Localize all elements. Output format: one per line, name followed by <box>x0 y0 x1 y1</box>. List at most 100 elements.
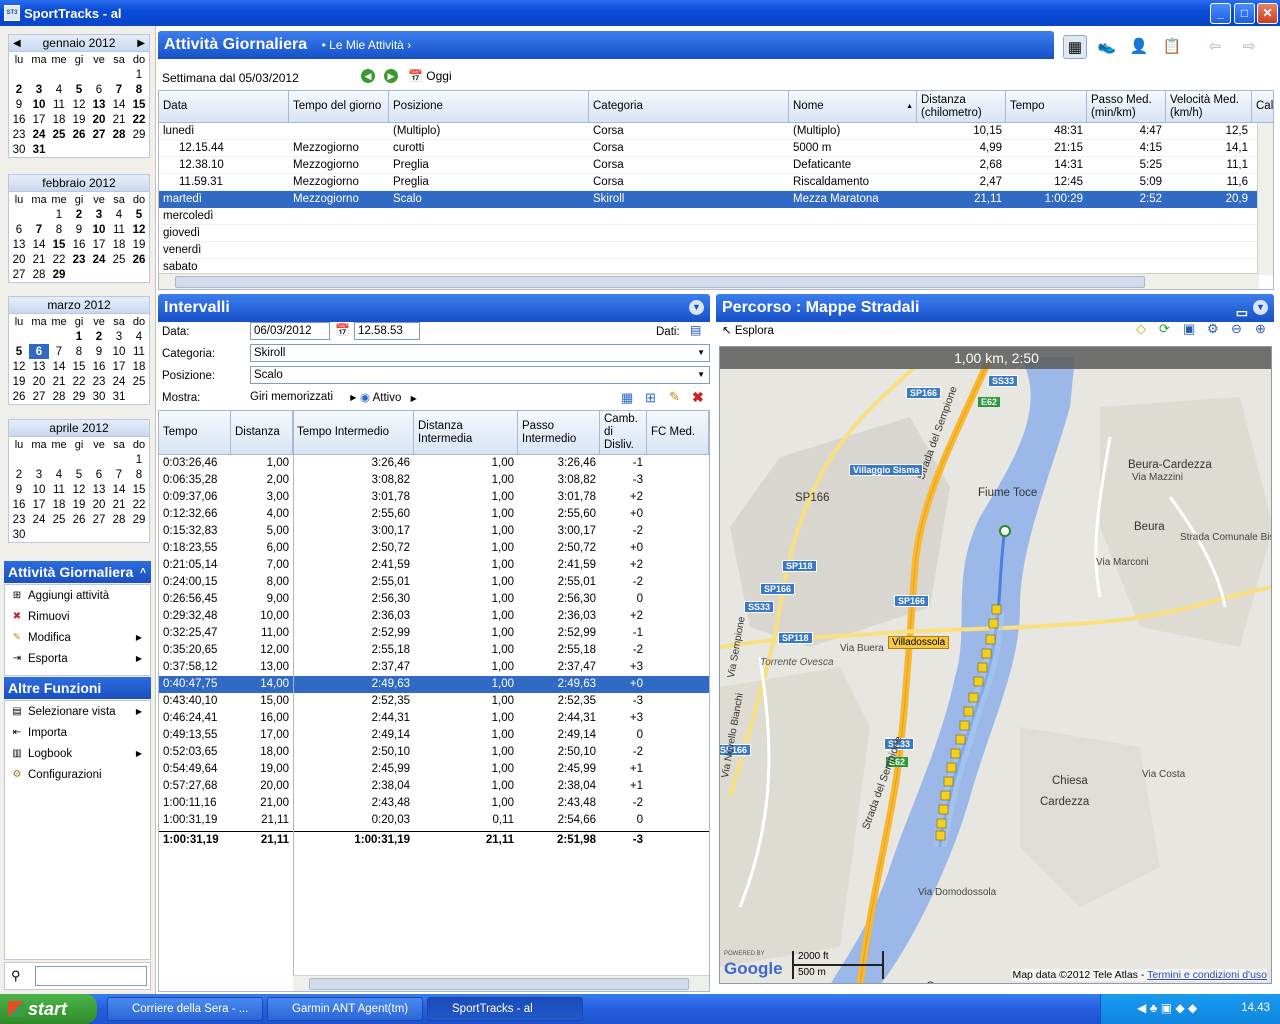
calendar-day[interactable]: 19 <box>69 112 89 127</box>
sidebar-item-selezionare-vista[interactable]: ▤ Selezionare vista ▶ <box>5 701 150 722</box>
route-map[interactable]: 1,00 km, 2:50 SS33 SP166 E62 Strada del Sem… <box>719 346 1272 984</box>
shoe-icon[interactable]: 👟 <box>1095 35 1119 59</box>
calendar-day[interactable]: 8 <box>69 344 89 359</box>
activity-row[interactable]: martedì Mezzogiorno Scalo Skiroll Mezza Mara… <box>159 191 1259 208</box>
calendar-day[interactable]: 1 <box>129 67 149 82</box>
calendar-day[interactable]: 5 <box>9 344 29 359</box>
calendar-day[interactable]: 22 <box>129 112 149 127</box>
category-select[interactable]: Skiroll ▼ <box>250 344 710 362</box>
laps-menu[interactable]: Giri memorizzati ▶ <box>250 391 356 403</box>
calendar-day[interactable]: 25 <box>49 127 69 142</box>
today-button[interactable]: 📅 Oggi <box>408 69 452 83</box>
calendar-day[interactable]: 1 <box>129 452 149 467</box>
calendar-day[interactable]: 20 <box>89 112 109 127</box>
date-field[interactable]: 06/03/2012 <box>250 322 330 340</box>
calendar-day[interactable]: 23 <box>9 512 29 527</box>
calendar-day[interactable]: 23 <box>9 127 29 142</box>
calendar-day[interactable]: 21 <box>29 252 49 267</box>
calendar-day[interactable]: 17 <box>89 237 109 252</box>
next-week-icon[interactable]: ▶ <box>384 69 398 83</box>
calendar-day[interactable]: 13 <box>89 482 109 497</box>
start-button[interactable]: start <box>0 994 97 1024</box>
calendar-day[interactable]: 24 <box>109 374 129 389</box>
calendar-day[interactable]: 7 <box>29 222 49 237</box>
scroll-thumb[interactable] <box>175 276 1145 288</box>
activity-panel-header[interactable]: Attività Giornaliera ˄ <box>4 561 151 583</box>
activity-row[interactable]: 11.59.31 Mezzogiorno Preglia Corsa Riscaldam… <box>159 174 1259 191</box>
sidebar-item-rimuovi[interactable]: ✖ Rimuovi <box>5 606 150 627</box>
sidebar-item-esporta[interactable]: ⇥ Esporta ▶ <box>5 648 150 669</box>
dropdown-icon[interactable]: ▼ <box>697 367 705 383</box>
column-header[interactable]: Distanza Intermedia <box>414 411 518 455</box>
calendar-day[interactable]: 19 <box>129 237 149 252</box>
calendar-view-icon[interactable]: ▦ <box>1063 35 1087 59</box>
calendar-day[interactable]: 8 <box>49 222 69 237</box>
calendar-day[interactable]: 21 <box>109 112 129 127</box>
interval-row[interactable]: 0:09:37,06 3,00 3:01,78 1,00 3:01,78 +2 <box>159 489 709 506</box>
calendar-day[interactable]: 23 <box>89 374 109 389</box>
calendar-day[interactable]: 15 <box>129 482 149 497</box>
calendar-day[interactable]: 2 <box>9 467 29 482</box>
calendar-day[interactable]: 12 <box>69 97 89 112</box>
interval-row[interactable]: 0:29:32,48 10,00 2:36,03 1,00 2:36,03 +2 <box>159 608 709 625</box>
column-header[interactable]: Distanza <box>231 411 293 455</box>
interval-row[interactable]: 1:00:11,16 21,00 2:43,48 1,00 2:43,48 -2 <box>159 795 709 812</box>
calendar-day[interactable]: 9 <box>89 344 109 359</box>
calendar-day[interactable]: 16 <box>9 112 29 127</box>
zoom-out-icon[interactable]: ⊖ <box>1231 321 1242 337</box>
vertical-scrollbar[interactable] <box>1257 123 1273 275</box>
breadcrumb-my-activities[interactable]: Le Mie Attività <box>329 38 404 52</box>
column-header[interactable]: Categoria <box>589 91 789 123</box>
interval-row[interactable]: 0:32:25,47 11,00 2:52,99 1,00 2:52,99 -1 <box>159 625 709 642</box>
calendar-day[interactable]: 1 <box>69 329 89 344</box>
add-lap-icon[interactable]: ⊞ <box>645 390 656 406</box>
task-sporttracks[interactable]: SportTracks - al <box>427 997 583 1021</box>
column-header[interactable]: Tempo del giorno <box>289 91 389 123</box>
calendar-day[interactable]: 29 <box>49 267 69 282</box>
column-header[interactable]: Tempo <box>1006 91 1087 123</box>
interval-row[interactable]: 0:24:00,15 8,00 2:55,01 1,00 2:55,01 -2 <box>159 574 709 591</box>
calendar-day[interactable]: 10 <box>109 344 129 359</box>
activity-row[interactable]: giovedì <box>159 225 1259 242</box>
scroll-thumb[interactable] <box>309 978 689 990</box>
column-header[interactable]: Tempo <box>159 411 231 455</box>
sidebar-item-aggiungi-attivit-[interactable]: ⊞ Aggiungi attività <box>5 585 150 606</box>
calendar-day[interactable]: 22 <box>49 252 69 267</box>
interval-row[interactable]: 0:57:27,68 20,00 2:38,04 1,00 2:38,04 +1 <box>159 778 709 795</box>
tray-icons[interactable]: ◀ ♣ ▣ ◆ ◆ <box>1137 1001 1197 1015</box>
calendar-day[interactable]: 10 <box>89 222 109 237</box>
calendar-day[interactable]: 30 <box>89 389 109 404</box>
calendar-day[interactable]: 4 <box>109 207 129 222</box>
interval-row[interactable]: 0:54:49,64 19,00 2:45,99 1,00 2:45,99 +1 <box>159 761 709 778</box>
calendar-day[interactable]: 19 <box>69 497 89 512</box>
calendar-day[interactable]: 22 <box>129 497 149 512</box>
column-header[interactable]: Nome ▲ <box>789 91 917 123</box>
calendar-day[interactable]: 16 <box>89 359 109 374</box>
calendar-day[interactable]: 4 <box>49 82 69 97</box>
calendar-day[interactable]: 11 <box>49 482 69 497</box>
back-arrow-icon[interactable]: ⇦ <box>1203 35 1227 59</box>
date-picker-icon[interactable]: 📅 <box>335 323 350 337</box>
calendar-day[interactable]: 6 <box>89 82 109 97</box>
calendar-day[interactable]: 8 <box>129 82 149 97</box>
calendar-day[interactable]: 12 <box>69 482 89 497</box>
panel-menu-icon[interactable]: ▼ <box>1253 300 1268 315</box>
calendar-day[interactable]: 20 <box>9 252 29 267</box>
calendar-day[interactable]: 15 <box>49 237 69 252</box>
calendar-day[interactable]: 10 <box>29 97 49 112</box>
calendar-day[interactable]: 7 <box>109 467 129 482</box>
calendar-day[interactable]: 22 <box>69 374 89 389</box>
calendar-day[interactable]: 4 <box>129 329 149 344</box>
calendar-day[interactable]: 8 <box>129 467 149 482</box>
prev-week-icon[interactable]: ◀ <box>361 69 375 83</box>
column-header[interactable]: Velocità Med. (km/h) <box>1166 91 1252 123</box>
minimize-button[interactable]: _ <box>1210 3 1231 24</box>
column-header[interactable]: FC Med. <box>647 411 709 455</box>
calendar-day[interactable]: 14 <box>29 237 49 252</box>
calendar-day[interactable]: 24 <box>29 512 49 527</box>
calendar-day[interactable]: 31 <box>29 142 49 157</box>
calendar-day[interactable]: 29 <box>129 127 149 142</box>
calendar-day[interactable]: 11 <box>129 344 149 359</box>
calendar-day[interactable]: 25 <box>109 252 129 267</box>
calendar-day[interactable]: 17 <box>29 112 49 127</box>
